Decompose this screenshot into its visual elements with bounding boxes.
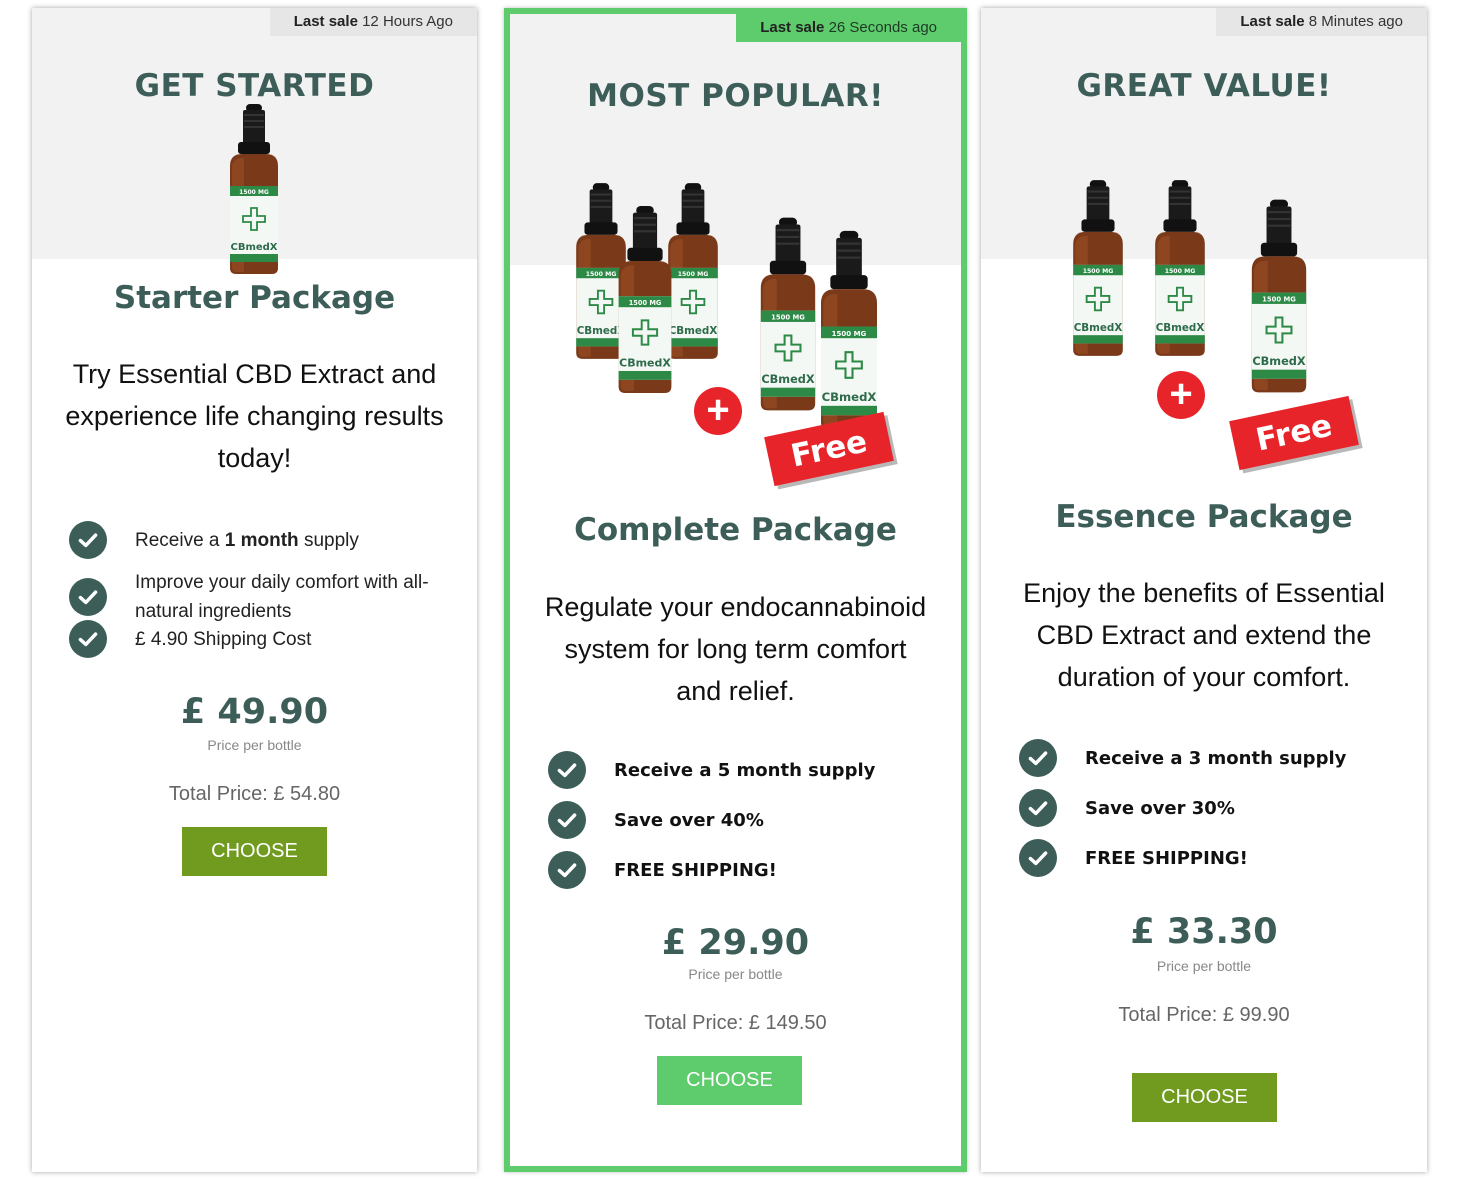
plus-icon: + bbox=[694, 387, 742, 435]
feature-item: Save over 30% bbox=[1019, 789, 1235, 827]
feature-item: Save over 40% bbox=[548, 801, 764, 839]
last-sale-badge: Last sale 8 Minutes ago bbox=[1216, 8, 1427, 36]
price-per-bottle: £ 49.90 bbox=[180, 692, 329, 732]
check-icon bbox=[1019, 739, 1057, 777]
card-heading: GREAT VALUE! bbox=[1076, 68, 1332, 104]
product-bottle-image bbox=[1245, 174, 1313, 418]
price-note: Price per bottle bbox=[688, 966, 783, 982]
price-per-bottle: £ 33.30 bbox=[1130, 912, 1278, 952]
check-icon bbox=[548, 751, 586, 789]
feature-item: FREE SHIPPING! bbox=[1019, 839, 1248, 877]
card-heading: GET STARTED bbox=[134, 68, 375, 104]
product-bottle-image bbox=[754, 196, 822, 432]
price-per-bottle: £ 29.90 bbox=[661, 923, 810, 963]
last-sale-badge: Last sale 12 Hours Ago bbox=[269, 8, 477, 36]
total-price: Total Price: £ 149.50 bbox=[644, 1012, 827, 1034]
check-icon bbox=[548, 801, 586, 839]
price-note: Price per bottle bbox=[1156, 958, 1252, 974]
package-description: Try Essential CBD Extract and experience… bbox=[65, 359, 444, 473]
choose-button[interactable]: CHOOSE bbox=[1132, 1073, 1277, 1122]
package-name: Complete Package bbox=[574, 512, 897, 548]
package-name: Essence Package bbox=[1055, 499, 1353, 535]
product-bottle-image bbox=[612, 187, 678, 412]
check-icon bbox=[1019, 789, 1057, 827]
pricing-card-complete: Last sale 26 Seconds ago MOST POPULAR! +… bbox=[504, 8, 967, 1172]
card-heading: MOST POPULAR! bbox=[587, 78, 884, 114]
package-description: Regulate your endocannabinoid system for… bbox=[544, 592, 927, 706]
check-icon bbox=[69, 521, 107, 559]
check-icon bbox=[69, 620, 107, 658]
product-bottle-image bbox=[1149, 154, 1211, 382]
pricing-card-essence: Last sale 8 Minutes ago GREAT VALUE! + F… bbox=[981, 8, 1427, 1172]
feature-item: Receive a 1 month supply bbox=[69, 521, 359, 559]
check-icon bbox=[548, 851, 586, 889]
feature-item: FREE SHIPPING! bbox=[548, 851, 777, 889]
total-price: Total Price: £ 99.90 bbox=[1118, 1004, 1290, 1026]
package-name: Starter Package bbox=[113, 280, 396, 316]
pricing-card-starter: Last sale 12 Hours Ago GET STARTED Start… bbox=[32, 8, 477, 1172]
check-icon bbox=[69, 578, 107, 616]
product-bottle-image bbox=[224, 104, 284, 274]
package-description: Enjoy the benefits of Essential CBD Extr… bbox=[1023, 578, 1385, 692]
product-bottle-image bbox=[1067, 154, 1129, 382]
check-icon bbox=[1019, 839, 1057, 877]
last-sale-badge: Last sale 26 Seconds ago bbox=[736, 14, 961, 42]
choose-button[interactable]: CHOOSE bbox=[182, 827, 327, 876]
feature-item: Receive a 3 month supply bbox=[1019, 739, 1346, 777]
price-note: Price per bottle bbox=[207, 737, 302, 753]
feature-item: Receive a 5 month supply bbox=[548, 751, 875, 789]
feature-item: £ 4.90 Shipping Cost bbox=[69, 620, 311, 658]
plus-icon: + bbox=[1157, 371, 1205, 419]
feature-item: Improve your daily comfort with all-natu… bbox=[69, 568, 439, 626]
choose-button[interactable]: CHOOSE bbox=[657, 1056, 802, 1105]
total-price: Total Price: £ 54.80 bbox=[168, 783, 341, 805]
